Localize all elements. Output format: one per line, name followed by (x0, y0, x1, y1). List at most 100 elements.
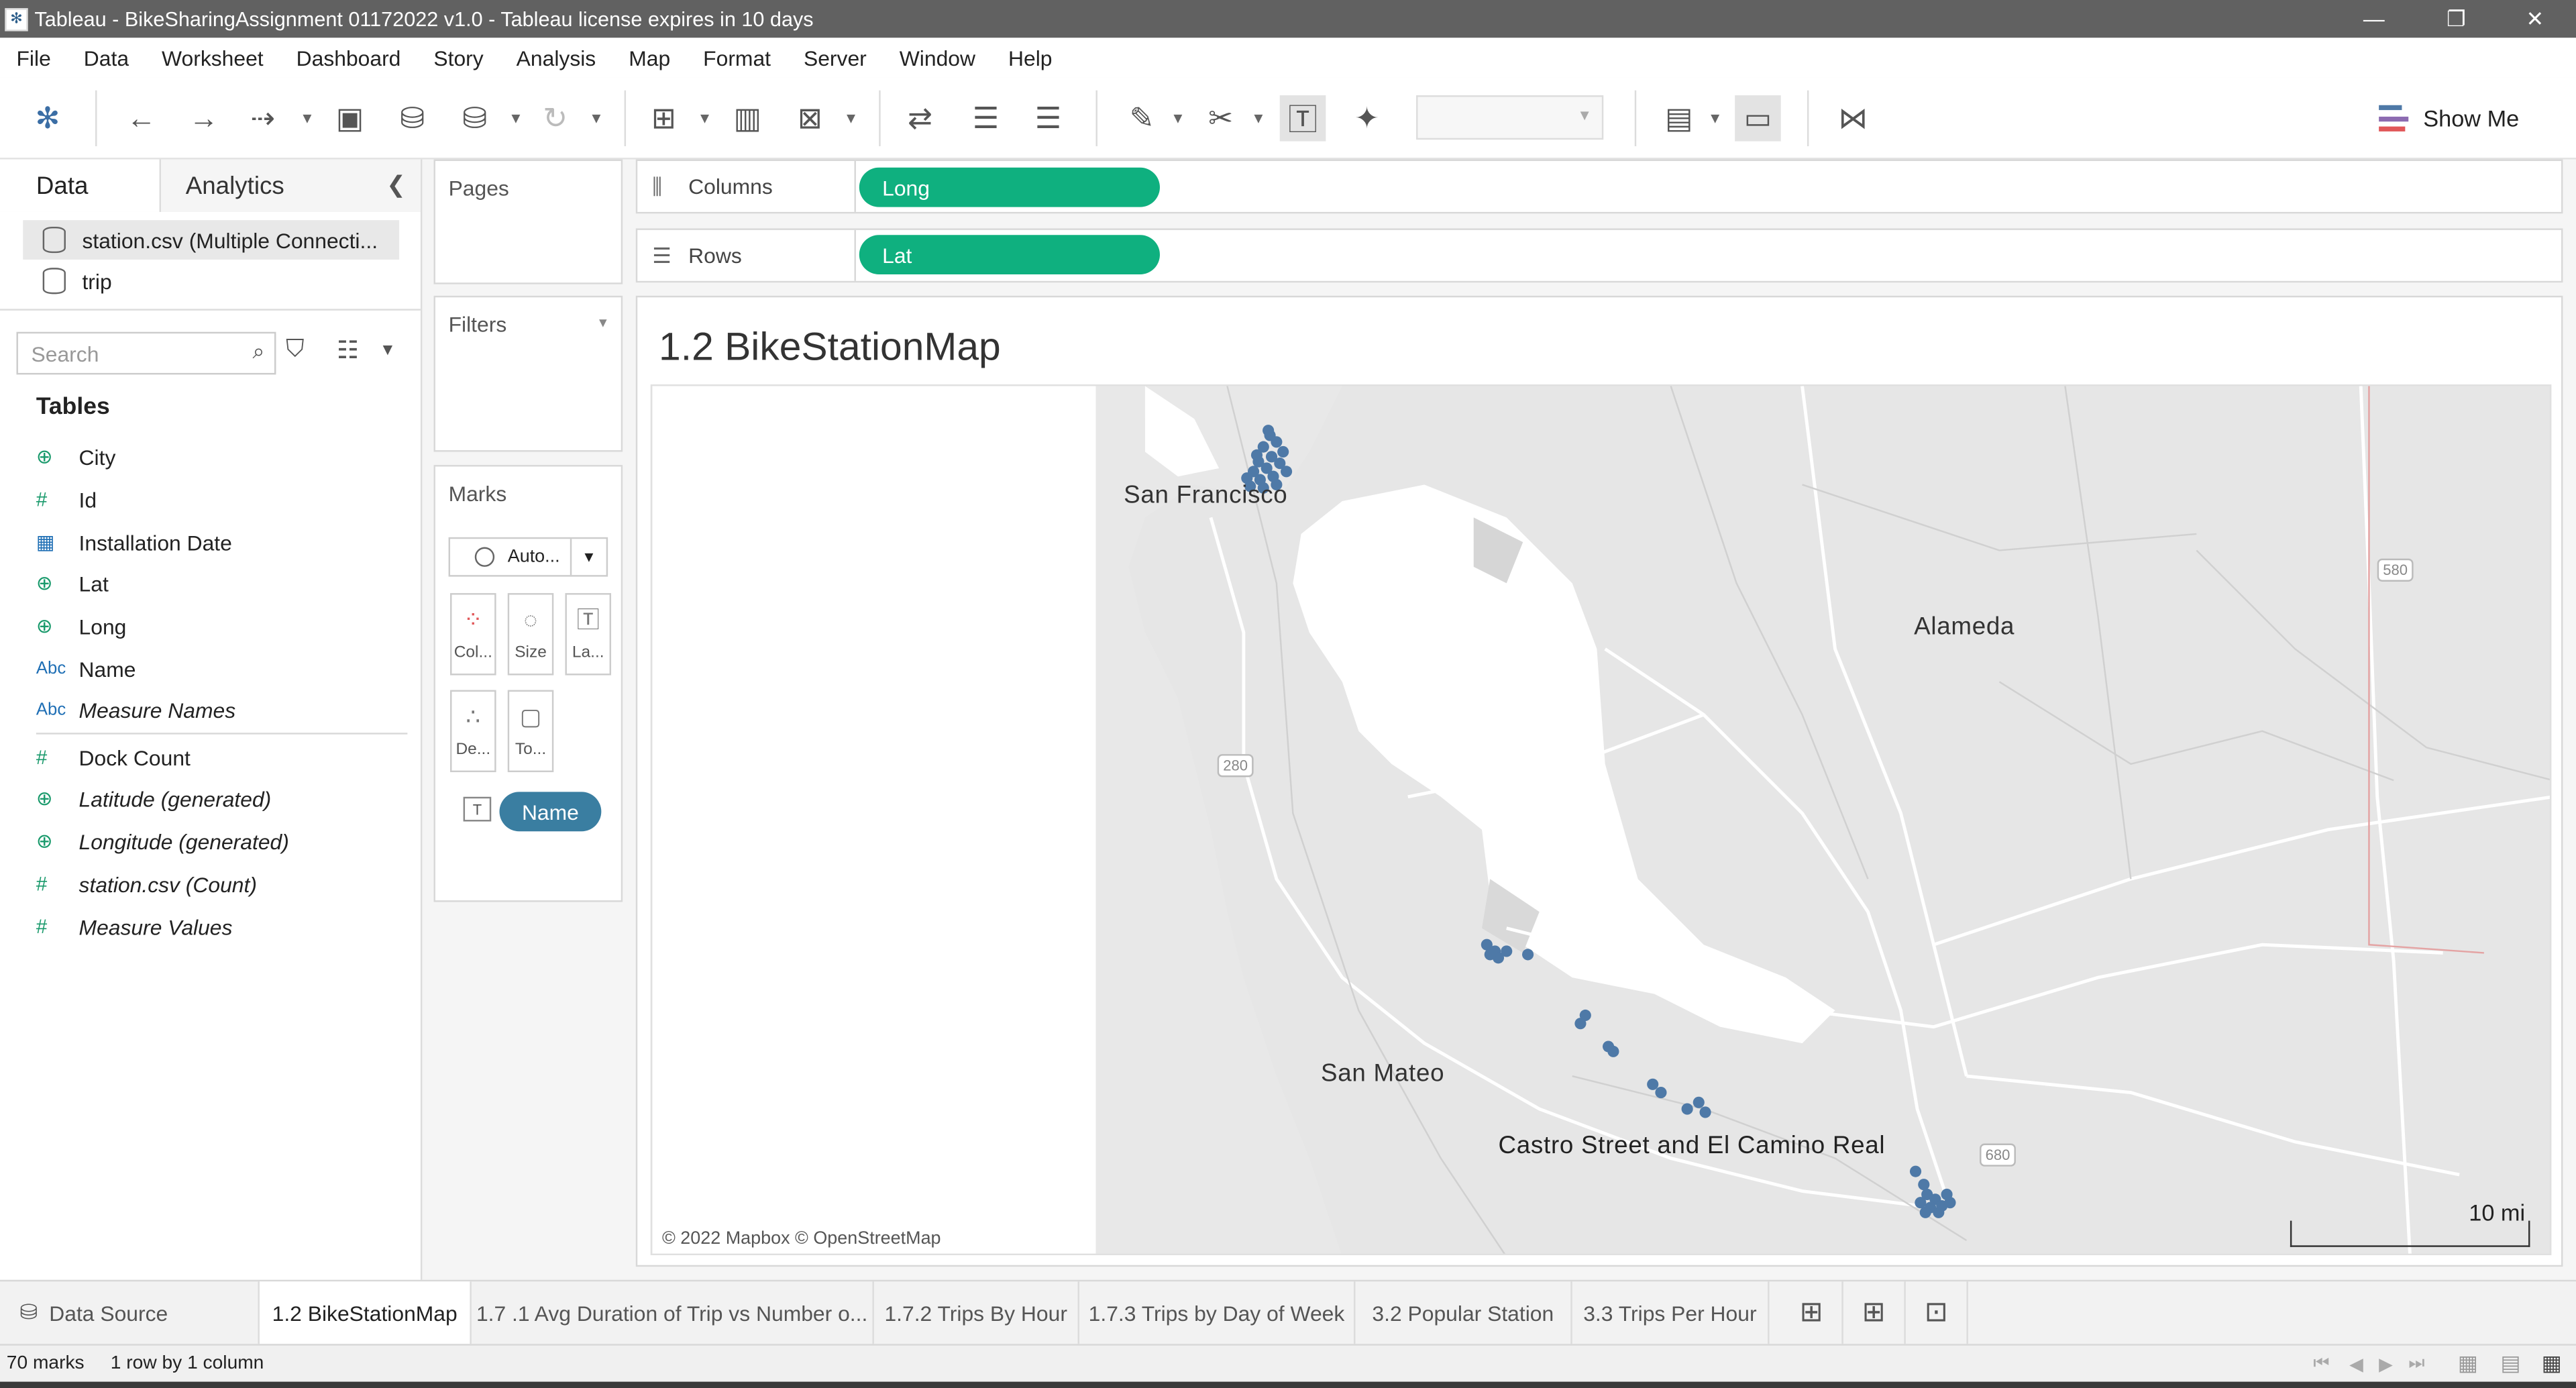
tab-data[interactable]: Data (0, 159, 162, 212)
menu-dashboard[interactable]: Dashboard (280, 45, 417, 70)
sheet-title[interactable]: 1.2 BikeStationMap (659, 325, 1001, 372)
highlight-icon[interactable]: ✎ (1119, 95, 1165, 142)
data-source-tab[interactable]: ⛁ Data Source (0, 1281, 260, 1344)
menu-data[interactable]: Data (67, 45, 145, 70)
show-me-button[interactable]: Show Me (2379, 100, 2519, 136)
field-city[interactable]: ⊕ City (36, 439, 407, 475)
highway-580-shield: 580 (2377, 558, 2414, 582)
share-icon[interactable]: ⋈ (1830, 95, 1876, 142)
color-button[interactable]: ⁘ Col... (450, 593, 496, 676)
filters-card[interactable]: Filters ▼ (433, 295, 623, 452)
field-installation-date[interactable]: ▦ Installation Date (36, 524, 407, 560)
tab-bike-station-map[interactable]: 1.2 BikeStationMap (259, 1281, 472, 1344)
mark-type-dropdown[interactable]: Auto... ▼ (448, 537, 608, 577)
field-lat[interactable]: ⊕ Lat (36, 565, 407, 601)
tab-trips-by-hour[interactable]: 1.7.2 Trips By Hour (874, 1281, 1079, 1344)
lat-row-pill[interactable]: Lat (859, 235, 1160, 274)
tableau-home-icon[interactable]: ✻ (25, 95, 71, 142)
collapse-pane-icon[interactable]: ❮ (386, 171, 406, 199)
clear-sheet-icon[interactable]: ⊠ (787, 95, 833, 142)
map-canvas[interactable]: 580 280 680 San Francisco Alameda San Ma… (650, 384, 2552, 1256)
clear-dropdown-icon[interactable]: ▼ (843, 95, 859, 142)
new-worksheet-dropdown-icon[interactable]: ▼ (696, 95, 712, 142)
presentation-mode-icon[interactable]: ▭ (1735, 95, 1781, 142)
filter-icon[interactable]: ⛉ (286, 335, 305, 364)
name-label-pill[interactable]: Name (499, 792, 602, 832)
last-page-icon[interactable]: ⏭ (2408, 1353, 2424, 1375)
connection-station[interactable]: station.csv (Multiple Connecti... (23, 220, 400, 260)
show-filmstrip-icon[interactable]: ▤ (2500, 1350, 2520, 1377)
pause-updates-icon[interactable]: ⛁ (451, 95, 498, 142)
new-data-source-icon[interactable]: ⛁ (389, 95, 435, 142)
menu-worksheet[interactable]: Worksheet (146, 45, 280, 70)
field-latitude-generated[interactable]: ⊕ Latitude (generated) (36, 780, 407, 816)
field-long[interactable]: ⊕ Long (36, 608, 407, 644)
tab-analytics[interactable]: Analytics (161, 159, 421, 212)
new-worksheet-tab-icon[interactable]: ⊞ (1781, 1281, 1843, 1344)
tooltip-button[interactable]: ▢ To... (507, 690, 554, 773)
close-icon[interactable]: ✕ (2497, 0, 2573, 38)
menu-story[interactable]: Story (417, 45, 500, 70)
show-tabs-icon[interactable]: ▦ (2542, 1350, 2562, 1377)
tab-trips-by-day[interactable]: 1.7.3 Trips by Day of Week (1079, 1281, 1356, 1344)
swap-rows-columns-icon[interactable]: ⇄ (897, 95, 943, 142)
new-worksheet-icon[interactable]: ⊞ (641, 95, 687, 142)
fit-dropdown-icon[interactable]: ▼ (1707, 95, 1723, 142)
menu-window[interactable]: Window (883, 45, 991, 70)
first-page-icon[interactable]: ⏮ (2313, 1353, 2329, 1375)
group-dropdown-icon[interactable]: ▼ (1250, 95, 1267, 142)
size-button[interactable]: ◌ Size (507, 593, 554, 676)
pause-dropdown-icon[interactable]: ▼ (508, 95, 524, 142)
view-options-icon[interactable]: ☷ (337, 335, 359, 365)
minimize-icon[interactable]: — (2336, 0, 2412, 38)
view-options-dropdown-icon[interactable]: ▼ (380, 341, 396, 360)
fix-axes-icon[interactable]: ✦ (1344, 95, 1390, 142)
field-measure-values[interactable]: # Measure Values (36, 908, 407, 945)
tab-popular-station[interactable]: 3.2 Popular Station (1355, 1281, 1572, 1344)
field-id[interactable]: # Id (36, 482, 407, 518)
tab-trips-per-hour[interactable]: 3.3 Trips Per Hour (1572, 1281, 1770, 1344)
new-story-tab-icon[interactable]: ⊡ (1906, 1281, 1968, 1344)
menu-analysis[interactable]: Analysis (500, 45, 612, 70)
menu-format[interactable]: Format (687, 45, 788, 70)
refresh-icon[interactable]: ↻ (532, 95, 578, 142)
duplicate-sheet-icon[interactable]: ▥ (724, 95, 771, 142)
field-station-count[interactable]: # station.csv (Count) (36, 866, 407, 902)
field-dock-count[interactable]: # Dock Count (36, 739, 407, 776)
pages-card[interactable]: Pages (433, 159, 623, 284)
connection-trip[interactable]: trip (23, 261, 399, 301)
filters-dropdown-icon[interactable]: ▼ (596, 315, 609, 330)
field-search-input[interactable]: Search ⌕ (16, 331, 276, 375)
show-sheet-sorter-icon[interactable]: ▦ (2458, 1350, 2478, 1377)
refresh-dropdown-icon[interactable]: ▼ (588, 95, 604, 142)
sort-ascending-icon[interactable]: ☰ (963, 95, 1009, 142)
menu-map[interactable]: Map (612, 45, 687, 70)
show-mark-labels-icon[interactable]: 🅃 (1279, 95, 1326, 142)
group-members-icon[interactable]: ✂ (1197, 95, 1244, 142)
fit-width-icon[interactable]: ▤ (1656, 95, 1703, 142)
next-page-icon[interactable]: ▶ (2379, 1353, 2393, 1374)
field-measure-names[interactable]: Abc Measure Names (36, 692, 407, 728)
tab-avg-duration[interactable]: 1.7 .1 Avg Duration of Trip vs Number o.… (472, 1281, 874, 1344)
label-button[interactable]: 🅃 La... (565, 593, 612, 676)
menu-file[interactable]: File (0, 45, 67, 70)
previous-page-icon[interactable]: ◀ (2349, 1353, 2363, 1374)
replay-dropdown-icon[interactable]: ▼ (299, 95, 315, 142)
detail-button[interactable]: ∴ De... (450, 690, 496, 773)
long-column-pill[interactable]: Long (859, 167, 1160, 207)
redo-icon[interactable]: → (180, 95, 227, 142)
rows-shelf[interactable]: ☰ Rows Lat (635, 228, 2563, 283)
menu-help[interactable]: Help (992, 45, 1069, 70)
undo-icon[interactable]: ← (118, 95, 164, 142)
new-dashboard-tab-icon[interactable]: ⊞ (1843, 1281, 1906, 1344)
columns-shelf[interactable]: ⫼ Columns Long (635, 159, 2563, 214)
replay-icon[interactable]: ⇢ (240, 95, 286, 142)
restore-icon[interactable]: ❐ (2418, 0, 2494, 38)
menu-server[interactable]: Server (787, 45, 883, 70)
field-name[interactable]: Abc Name (36, 651, 407, 687)
fit-select-dropdown[interactable]: ▼ (1416, 95, 1604, 140)
save-icon[interactable]: ▣ (327, 95, 373, 142)
highlight-dropdown-icon[interactable]: ▼ (1170, 95, 1186, 142)
sort-descending-icon[interactable]: ☰ (1025, 95, 1071, 142)
field-longitude-generated[interactable]: ⊕ Longitude (generated) (36, 823, 407, 859)
